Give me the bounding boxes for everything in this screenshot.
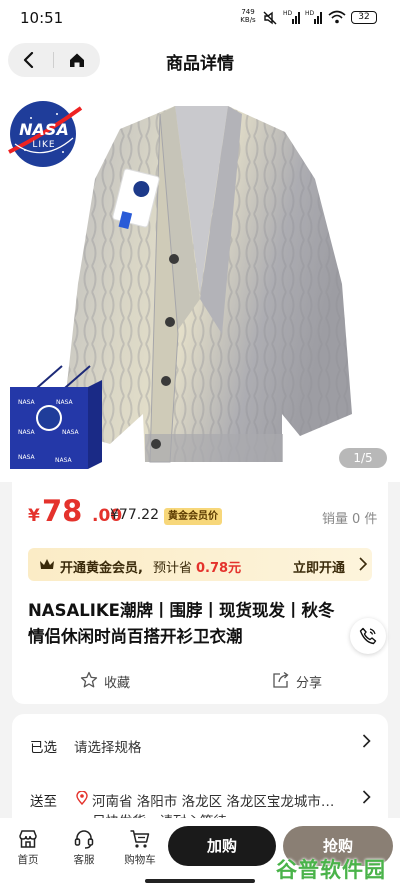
vip-label: 开通黄金会员,	[60, 561, 143, 576]
add-to-cart-button[interactable]: 加购	[168, 826, 276, 866]
svg-text:HD: HD	[283, 10, 293, 17]
sales-count: 销量 0 件	[322, 508, 377, 527]
tab-service[interactable]: 客服	[62, 826, 106, 872]
price-integer: 78	[42, 494, 83, 528]
svg-text:NASA: NASA	[18, 454, 36, 461]
crown-icon	[40, 559, 54, 569]
sales-label: 销量	[322, 512, 349, 527]
share-icon	[273, 671, 289, 688]
image-counter: 1/5	[339, 448, 387, 468]
svg-text:NASA: NASA	[18, 399, 36, 406]
star-icon	[80, 671, 98, 688]
svg-text:NASA: NASA	[56, 399, 74, 406]
svg-text:NASA: NASA	[55, 457, 73, 464]
sales-value: 0 件	[352, 512, 378, 527]
cart-icon	[130, 830, 150, 848]
share-label: 分享	[296, 676, 323, 691]
header: 商品详情	[0, 36, 400, 84]
network-speed-unit: KB/s	[240, 16, 256, 24]
status-bar: 10:51 749 KB/s HD HD 32	[0, 0, 400, 36]
logo-text-top: NASA	[19, 120, 69, 139]
tab-service-label: 客服	[73, 854, 95, 866]
headset-icon	[74, 830, 94, 849]
product-title: NASALIKE潮牌丨围脖丨现货现发丨秋冬 情侣休闲时尚百搭开衫卫衣潮	[28, 598, 353, 650]
signal-hd-2-icon: HD	[305, 10, 322, 24]
tab-cart[interactable]: 购物车	[118, 826, 162, 872]
phone-service-button[interactable]	[350, 618, 386, 654]
member-price: ¥77.22	[110, 507, 159, 523]
signal-hd-icon: HD	[283, 10, 300, 24]
svg-text:HD: HD	[305, 10, 315, 17]
brand-logo: NASA LIKE	[5, 94, 85, 174]
home-indicator[interactable]	[145, 879, 255, 883]
ship-address: 河南省 洛阳市 洛龙区 洛龙区宝龙城市…	[92, 794, 335, 810]
vip-open-link[interactable]: 立即开通	[293, 557, 345, 576]
status-time: 10:51	[20, 9, 64, 27]
tab-home[interactable]: 首页	[6, 826, 50, 872]
svg-text:NASA: NASA	[62, 429, 80, 436]
page-title: 商品详情	[166, 54, 234, 74]
ship-label: 送至	[30, 794, 57, 810]
currency-symbol: ¥	[28, 506, 40, 526]
price-card: ¥ 78 .00 ¥77.22 黄金会员价 销量 0 件 开通黄金会员, 预计省 …	[12, 482, 388, 704]
selected-value: 请选择规格	[74, 740, 142, 756]
svg-text:NASA: NASA	[18, 429, 36, 436]
store-icon	[19, 830, 37, 848]
product-title-line-2: 情侣休闲时尚百搭开衫卫衣潮	[28, 627, 243, 646]
watermark-text: 谷普软件园	[276, 858, 386, 882]
bottom-action-bar: 首页 客服 购物车 加购 抢购 谷普软件园	[0, 818, 400, 889]
battery-indicator: 32	[351, 11, 377, 24]
chevron-right-icon	[362, 734, 371, 748]
vip-estimate-label: 预计省	[153, 561, 193, 576]
product-image-gallery[interactable]: NASA NASA NASA NASA NASA NASA NASA LIKE	[0, 84, 400, 482]
phone-icon	[359, 627, 377, 645]
tab-cart-label: 购物车	[124, 854, 156, 866]
location-pin-icon	[76, 791, 88, 805]
gold-member-tag: 黄金会员价	[164, 508, 222, 525]
network-speed-value: 749	[241, 8, 255, 16]
vip-estimate-value: 0.78元	[196, 561, 242, 576]
product-title-line-1: NASALIKE潮牌丨围脖丨现货现发丨秋冬	[28, 601, 335, 620]
logo-text-bottom: LIKE	[32, 140, 56, 150]
chevron-right-icon	[359, 557, 368, 571]
vip-upgrade-banner[interactable]: 开通黄金会员, 预计省 0.78元 立即开通	[28, 548, 372, 581]
selected-label: 已选	[30, 740, 57, 756]
wifi-icon	[328, 10, 346, 24]
network-speed: 749 KB/s	[236, 8, 260, 24]
spec-select-row[interactable]: 已选 请选择规格	[12, 724, 388, 764]
chevron-right-icon	[362, 790, 371, 804]
favorite-label: 收藏	[104, 676, 131, 691]
mute-icon	[263, 11, 277, 25]
tab-home-label: 首页	[17, 854, 39, 866]
watermark: 谷普软件园	[276, 852, 394, 884]
